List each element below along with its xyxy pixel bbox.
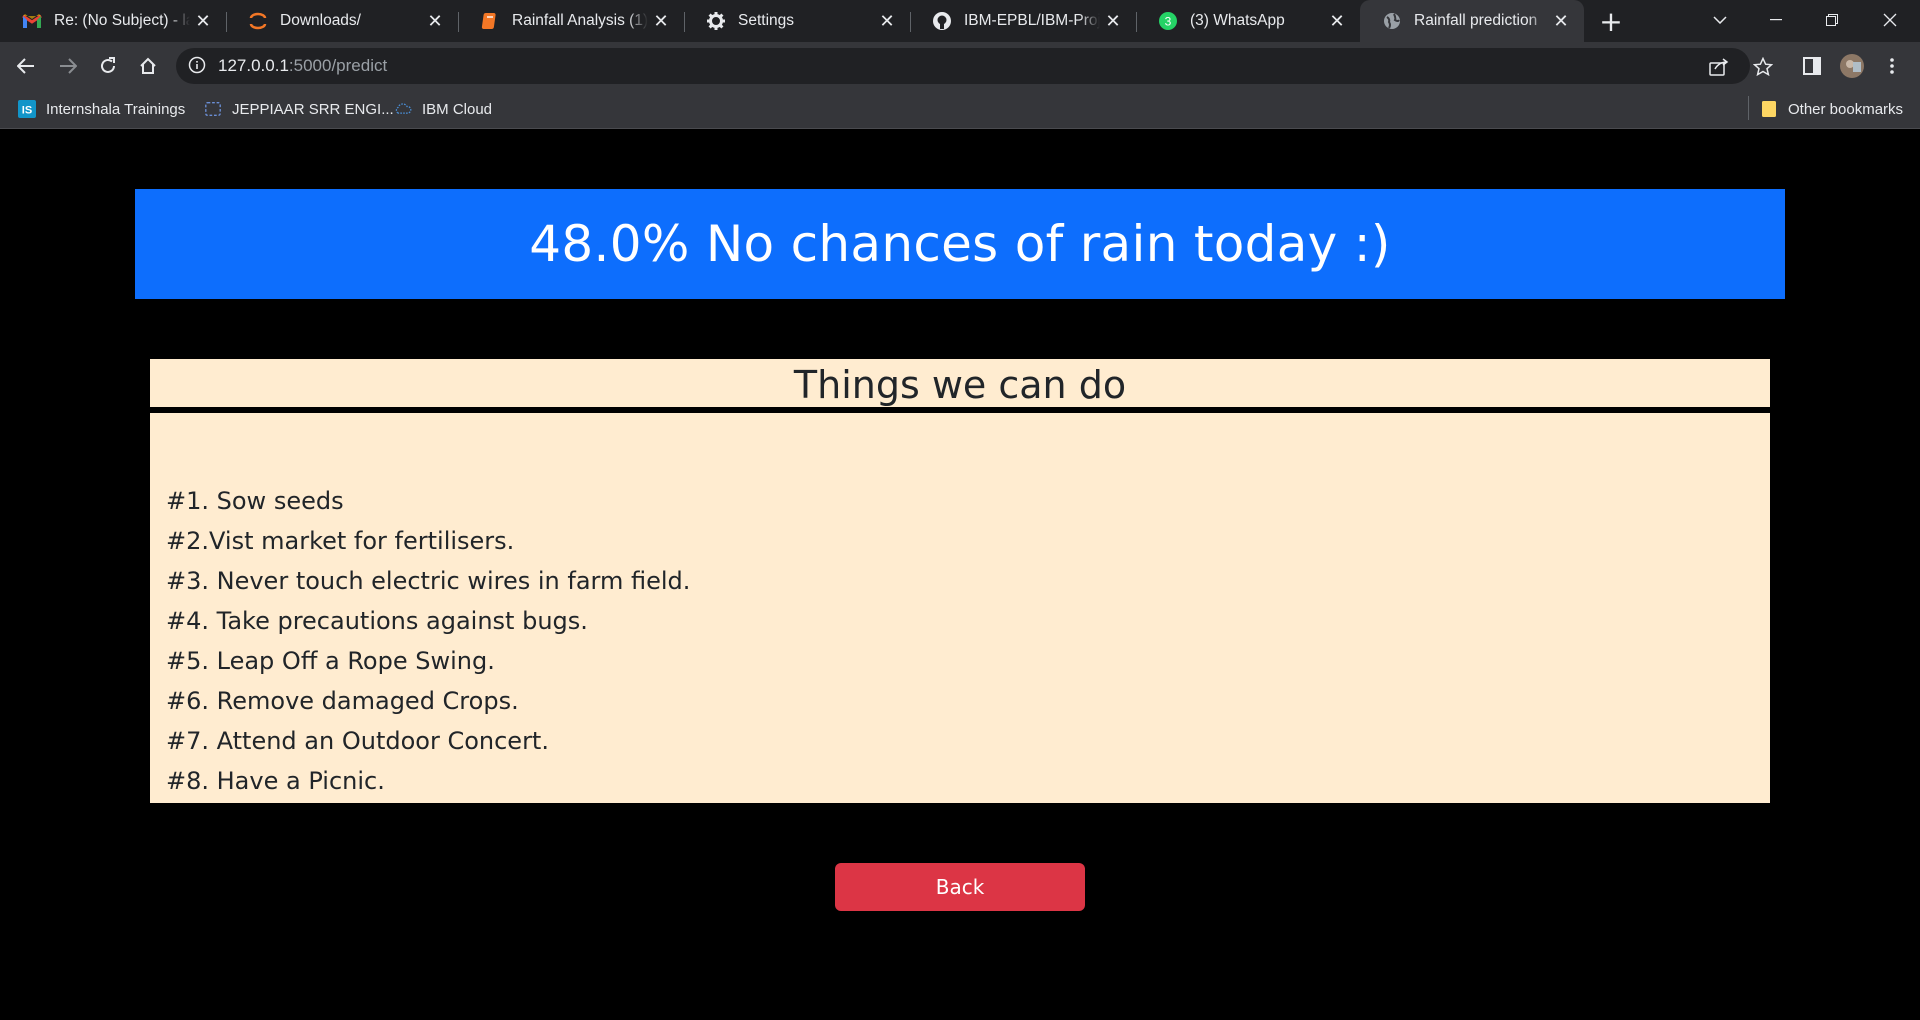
whatsapp-badge: 3 <box>1165 15 1172 29</box>
url-host: 127.0.0.1 <box>218 56 289 75</box>
list-item: #4. Take precautions against bugs. <box>166 607 588 635</box>
new-tab-button[interactable]: + <box>1596 5 1626 38</box>
more-menu-icon[interactable] <box>1876 50 1908 82</box>
site-info-icon[interactable] <box>188 56 208 76</box>
tab-strip: Re: (No Subject) - laks ✕ Downloads/ ✕ R… <box>0 0 1920 42</box>
tab-search-icon[interactable] <box>1692 0 1748 40</box>
tab-settings[interactable]: Settings ✕ <box>684 0 910 42</box>
restore-icon[interactable] <box>1804 0 1860 40</box>
other-bookmarks[interactable]: Other bookmarks <box>1760 97 1903 121</box>
back-button[interactable]: Back <box>835 863 1085 911</box>
url-path: :5000/predict <box>288 56 388 75</box>
forward-arrow-icon[interactable] <box>52 50 84 82</box>
github-icon <box>932 11 952 31</box>
close-tab-icon[interactable]: ✕ <box>422 8 448 34</box>
whatsapp-icon: 3 <box>1158 11 1178 31</box>
bookmark-internshala[interactable]: IS Internshala Trainings <box>18 97 185 121</box>
bookmark-label: JEPPIAAR SRR ENGI... <box>232 100 394 118</box>
close-tab-icon[interactable]: ✕ <box>1324 8 1350 34</box>
suggestions-header: Things we can do <box>150 359 1770 407</box>
suggestions-title: Things we can do <box>793 363 1127 407</box>
prediction-text: 48.0% No chances of rain today :) <box>529 215 1391 273</box>
list-item: #1. Sow seeds <box>166 487 344 515</box>
bookmark-star-icon[interactable] <box>1752 56 1774 78</box>
list-item: #7. Attend an Outdoor Concert. <box>166 727 549 755</box>
bookmark-jeppiaar[interactable]: JEPPIAAR SRR ENGI... <box>204 97 394 121</box>
tab-title: (3) WhatsApp <box>1190 12 1285 29</box>
bookmark-ibm-cloud[interactable]: IBM Cloud <box>394 97 492 121</box>
bookmarks-divider <box>1748 96 1749 120</box>
list-item: #8. Have a Picnic. <box>166 767 385 795</box>
bookmarks-bar: IS Internshala Trainings JEPPIAAR SRR EN… <box>0 89 1920 129</box>
gmail-icon <box>22 11 42 31</box>
close-window-icon[interactable] <box>1862 0 1918 40</box>
globe-icon <box>1382 11 1402 31</box>
tab-downloads[interactable]: Downloads/ ✕ <box>226 0 458 42</box>
list-item: #2.Vist market for fertilisers. <box>166 527 515 555</box>
list-item: #3. Never touch electric wires in farm f… <box>166 567 691 595</box>
tab-title: Re: (No Subject) - laks <box>54 12 190 29</box>
tab-gmail[interactable]: Re: (No Subject) - laks ✕ <box>0 0 226 42</box>
list-item: #5. Leap Off a Rope Swing. <box>166 647 495 675</box>
close-tab-icon[interactable]: ✕ <box>190 8 216 34</box>
college-icon <box>204 100 222 118</box>
close-tab-icon[interactable]: ✕ <box>874 8 900 34</box>
bookmark-label: IBM Cloud <box>422 100 493 118</box>
share-icon[interactable] <box>1708 56 1730 78</box>
tab-rainfall-analysis[interactable]: Rainfall Analysis (1) - J ✕ <box>458 0 684 42</box>
address-bar[interactable]: 127.0.0.1:5000/predict <box>176 48 1750 84</box>
home-icon[interactable] <box>132 50 164 82</box>
tab-title: Downloads/ <box>280 12 361 29</box>
profile-avatar[interactable] <box>1836 50 1868 82</box>
tab-title: Settings <box>738 12 795 29</box>
close-tab-icon[interactable]: ✕ <box>648 8 674 34</box>
tab-title: Rainfall prediction <box>1414 12 1538 29</box>
browser-toolbar: 127.0.0.1:5000/predict <box>0 42 1920 89</box>
back-arrow-icon[interactable] <box>10 50 42 82</box>
tab-rainfall-prediction[interactable]: Rainfall prediction ✕ <box>1360 0 1584 42</box>
ibm-cloud-icon <box>394 100 412 118</box>
minimize-icon[interactable] <box>1748 0 1804 40</box>
suggestions-list: #1. Sow seeds #2.Vist market for fertili… <box>150 413 1770 803</box>
url-text[interactable]: 127.0.0.1:5000/predict <box>218 48 387 84</box>
bookmark-label: Internshala Trainings <box>46 100 186 118</box>
internshala-icon: IS <box>18 100 36 118</box>
tab-title: IBM-EPBL/IBM-Project <box>964 12 1100 29</box>
internshala-badge: IS <box>22 105 32 117</box>
reload-icon[interactable] <box>92 50 124 82</box>
page-viewport: 48.0% No chances of rain today :) Things… <box>0 130 1920 1020</box>
side-panel-icon[interactable] <box>1796 50 1828 82</box>
jupyter-icon <box>248 11 268 31</box>
tab-whatsapp[interactable]: 3 (3) WhatsApp ✕ <box>1136 0 1360 42</box>
tab-title: Rainfall Analysis (1) - J <box>512 12 648 29</box>
other-bookmarks-label: Other bookmarks <box>1788 100 1904 118</box>
close-tab-icon[interactable]: ✕ <box>1548 8 1574 34</box>
folder-icon <box>1760 100 1778 118</box>
tab-github[interactable]: IBM-EPBL/IBM-Project ✕ <box>910 0 1136 42</box>
list-item: #6. Remove damaged Crops. <box>166 687 519 715</box>
gear-icon <box>706 11 726 31</box>
prediction-banner: 48.0% No chances of rain today :) <box>135 189 1785 299</box>
notebook-icon <box>480 11 500 31</box>
close-tab-icon[interactable]: ✕ <box>1100 8 1126 34</box>
